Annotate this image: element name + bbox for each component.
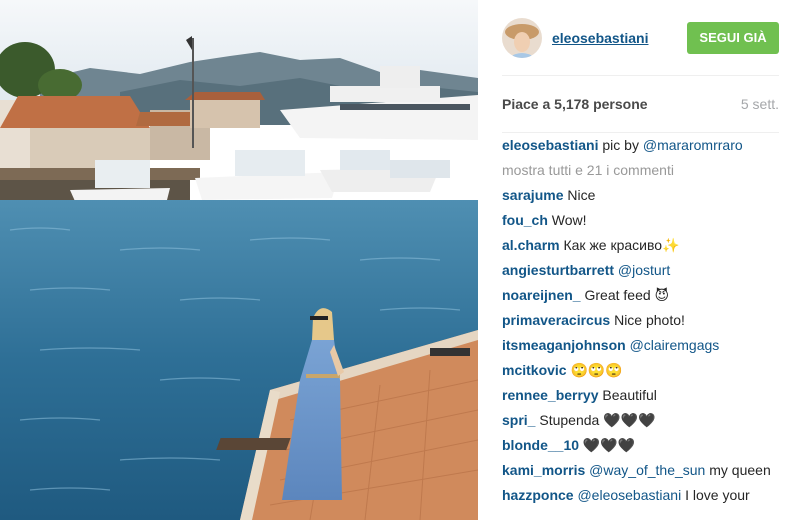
comment: noareijnen_ Great feed 😈 bbox=[502, 286, 779, 304]
comment-text: Nice photo! bbox=[610, 312, 685, 328]
comment-username[interactable]: al.charm bbox=[502, 237, 560, 253]
comment: primaveracircus Nice photo! bbox=[502, 311, 779, 329]
comment-mention[interactable]: @way_of_the_sun bbox=[585, 462, 705, 478]
comment-username[interactable]: mcitkovic bbox=[502, 362, 567, 378]
avatar-image bbox=[502, 17, 542, 58]
comment: spri_ Stupenda 🖤🖤🖤 bbox=[502, 411, 779, 429]
likes-count[interactable]: Piace a 5,178 persone bbox=[502, 96, 648, 112]
comment: al.charm Как же красиво✨ bbox=[502, 236, 779, 254]
caption-text: pic by bbox=[598, 137, 643, 153]
comment-text: Wow! bbox=[547, 212, 587, 228]
show-all-comments-link[interactable]: mostra tutti e 21 i commenti bbox=[502, 161, 779, 179]
comment: itsmeaganjohnson @clairemgags bbox=[502, 336, 779, 354]
comment-text: Stupenda 🖤🖤🖤 bbox=[535, 412, 656, 428]
likes-row: Piace a 5,178 persone 5 sett. bbox=[502, 76, 779, 133]
comment: blonde__10 🖤🖤🖤 bbox=[502, 436, 779, 454]
comment-mention[interactable]: @eleosebastiani bbox=[574, 487, 681, 503]
comment-username[interactable]: sarajume bbox=[502, 187, 563, 203]
comment-username[interactable]: noareijnen_ bbox=[502, 287, 581, 303]
comment: hazzponce @eleosebastiani I love your bbox=[502, 486, 779, 504]
comment-mention[interactable]: @josturt bbox=[614, 262, 670, 278]
post-photo[interactable] bbox=[0, 0, 478, 520]
comment-mention[interactable]: @clairemgags bbox=[626, 337, 720, 353]
comment-text: 🙄🙄🙄 bbox=[566, 362, 623, 378]
comment-username[interactable]: spri_ bbox=[502, 412, 535, 428]
comment-username[interactable]: hazzponce bbox=[502, 487, 574, 503]
caption-mention[interactable]: @mararomrraro bbox=[643, 137, 743, 153]
comment: sarajume Nice bbox=[502, 186, 779, 204]
comment-text: I love your bbox=[681, 487, 750, 503]
comment-username[interactable]: kami_morris bbox=[502, 462, 585, 478]
post-timestamp[interactable]: 5 sett. bbox=[741, 96, 779, 112]
comment-text: my queen bbox=[705, 462, 771, 478]
post-author-username[interactable]: eleosebastiani bbox=[552, 30, 687, 46]
caption: eleosebastiani pic by @mararomrraro bbox=[502, 136, 779, 154]
comment-username[interactable]: angiesturtbarrett bbox=[502, 262, 614, 278]
comment-username[interactable]: rennee_berryy bbox=[502, 387, 599, 403]
post-header: eleosebastiani SEGUI GIÀ bbox=[502, 0, 779, 76]
post-details-panel: eleosebastiani SEGUI GIÀ Piace a 5,178 p… bbox=[478, 0, 793, 520]
comment-text: Great feed 😈 bbox=[580, 287, 670, 303]
comment-text: Как же красиво✨ bbox=[559, 237, 680, 253]
comment: kami_morris @way_of_the_sun my queen bbox=[502, 461, 779, 479]
comment-username[interactable]: itsmeaganjohnson bbox=[502, 337, 626, 353]
comment-username[interactable]: primaveracircus bbox=[502, 312, 610, 328]
comment-username[interactable]: fou_ch bbox=[502, 212, 548, 228]
comments-list: eleosebastiani pic by @mararomrraro most… bbox=[502, 133, 779, 504]
comment-text: Beautiful bbox=[598, 387, 657, 403]
comment-text: 🖤🖤🖤 bbox=[579, 437, 636, 453]
comment: rennee_berryy Beautiful bbox=[502, 386, 779, 404]
comment: mcitkovic 🙄🙄🙄 bbox=[502, 361, 779, 379]
comment: fou_ch Wow! bbox=[502, 211, 779, 229]
comment-text: Nice bbox=[563, 187, 596, 203]
caption-username[interactable]: eleosebastiani bbox=[502, 137, 599, 153]
harbor-photo-image bbox=[0, 0, 478, 520]
avatar[interactable] bbox=[502, 17, 542, 58]
following-button[interactable]: SEGUI GIÀ bbox=[687, 21, 779, 54]
comment-username[interactable]: blonde__10 bbox=[502, 437, 579, 453]
comment: angiesturtbarrett @josturt bbox=[502, 261, 779, 279]
